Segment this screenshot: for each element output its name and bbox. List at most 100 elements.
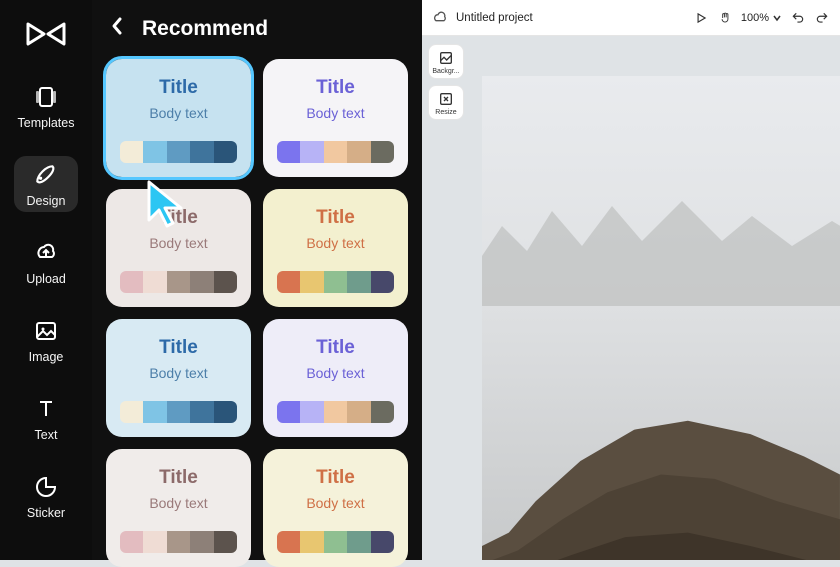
swatch [190,531,213,553]
swatch [143,141,166,163]
nav-item-upload[interactable]: Upload [14,234,78,290]
swatch [347,141,370,163]
nav-item-image[interactable]: Image [14,312,78,368]
nav-label: Design [27,194,66,208]
theme-body: Body text [120,235,237,251]
swatch [324,141,347,163]
swatch [120,271,143,293]
swatch [300,271,323,293]
theme-card[interactable]: Title Body text [263,59,408,177]
theme-title: Title [120,207,237,229]
chevron-down-icon [772,13,782,23]
theme-card[interactable]: TitleBody text [263,189,408,307]
swatch [324,401,347,423]
nav-item-templates[interactable]: Templates [14,78,78,134]
swatch [190,271,213,293]
swatch-row [120,141,237,163]
nav-sidebar: Templates Design Upload Image Text Stick… [0,0,92,560]
image-icon [33,318,59,344]
editor-topbar: Untitled project 100% [422,0,840,36]
nav-label: Image [29,350,64,364]
theme-title: Title [277,77,394,99]
swatch [167,141,190,163]
nav-item-text[interactable]: Text [14,390,78,446]
nav-label: Upload [26,272,66,286]
swatch [277,401,300,423]
swatch [190,401,213,423]
theme-body: Body text [120,365,237,381]
swatch [324,531,347,553]
swatch [277,141,300,163]
editor: Untitled project 100% Back [422,0,840,560]
theme-card[interactable]: TitleBody text [263,449,408,567]
swatch [371,141,394,163]
resize-icon [438,91,454,107]
swatch [214,271,237,293]
swatch [300,401,323,423]
swatch [143,401,166,423]
theme-title: Title [277,337,394,359]
theme-body: Body text [277,365,394,381]
background-icon [438,50,454,66]
theme-body: Body text [120,105,237,121]
app-logo[interactable] [25,14,67,56]
nav-item-sticker[interactable]: Sticker [14,468,78,524]
play-icon[interactable] [693,10,709,26]
zoom-level[interactable]: 100% [741,12,782,24]
upload-icon [33,240,59,266]
theme-body: Body text [277,105,394,121]
swatch [300,531,323,553]
design-panel: Recommend Title Body text Title Body text Ti… [92,0,422,560]
theme-card[interactable]: Title Body text [263,319,408,437]
swatch-row [277,531,394,553]
swatch [120,141,143,163]
redo-button[interactable] [814,10,830,26]
undo-button[interactable] [790,10,806,26]
theme-body: Body text [277,235,394,251]
capcut-logo-icon [26,20,66,50]
swatch-row [120,531,237,553]
resize-tool[interactable]: Resize [428,85,464,120]
nav-item-design[interactable]: Design [14,156,78,212]
design-icon [33,162,59,188]
canvas-image[interactable] [482,76,840,560]
project-name[interactable]: Untitled project [456,12,533,24]
sticker-icon [33,474,59,500]
templates-icon [33,84,59,110]
swatch [214,531,237,553]
swatch [277,271,300,293]
panel-header: Recommend [106,16,408,41]
canvas-side-tools: Backgr... Resize [428,44,464,120]
back-button[interactable] [110,16,124,41]
theme-card[interactable]: TitleBody text [106,59,251,177]
theme-card[interactable]: TitleBody text [106,449,251,567]
canvas-area: Backgr... Resize [422,36,840,560]
background-tool[interactable]: Backgr... [428,44,464,79]
cloud-icon[interactable] [432,10,448,26]
swatch [167,401,190,423]
swatch [143,271,166,293]
swatch [120,531,143,553]
swatch [190,141,213,163]
mountain-far-illustration [482,186,840,306]
hand-icon[interactable] [717,10,733,26]
swatch [347,401,370,423]
swatch [324,271,347,293]
nav-label: Sticker [27,506,65,520]
swatch-row [277,141,394,163]
nav-label: Text [35,428,58,442]
theme-grid: Title Body text Title Body text Title Body te… [106,59,408,567]
swatch [371,401,394,423]
swatch [167,271,190,293]
swatch [214,401,237,423]
theme-body: Body text [277,495,394,511]
theme-card[interactable]: TitleBody text [106,319,251,437]
swatch-row [277,401,394,423]
swatch [120,401,143,423]
theme-card[interactable]: Title Body text [106,189,251,307]
theme-title: Title [120,467,237,489]
rock-illustration [482,376,840,560]
swatch [167,531,190,553]
swatch-row [277,271,394,293]
swatch-row [120,401,237,423]
